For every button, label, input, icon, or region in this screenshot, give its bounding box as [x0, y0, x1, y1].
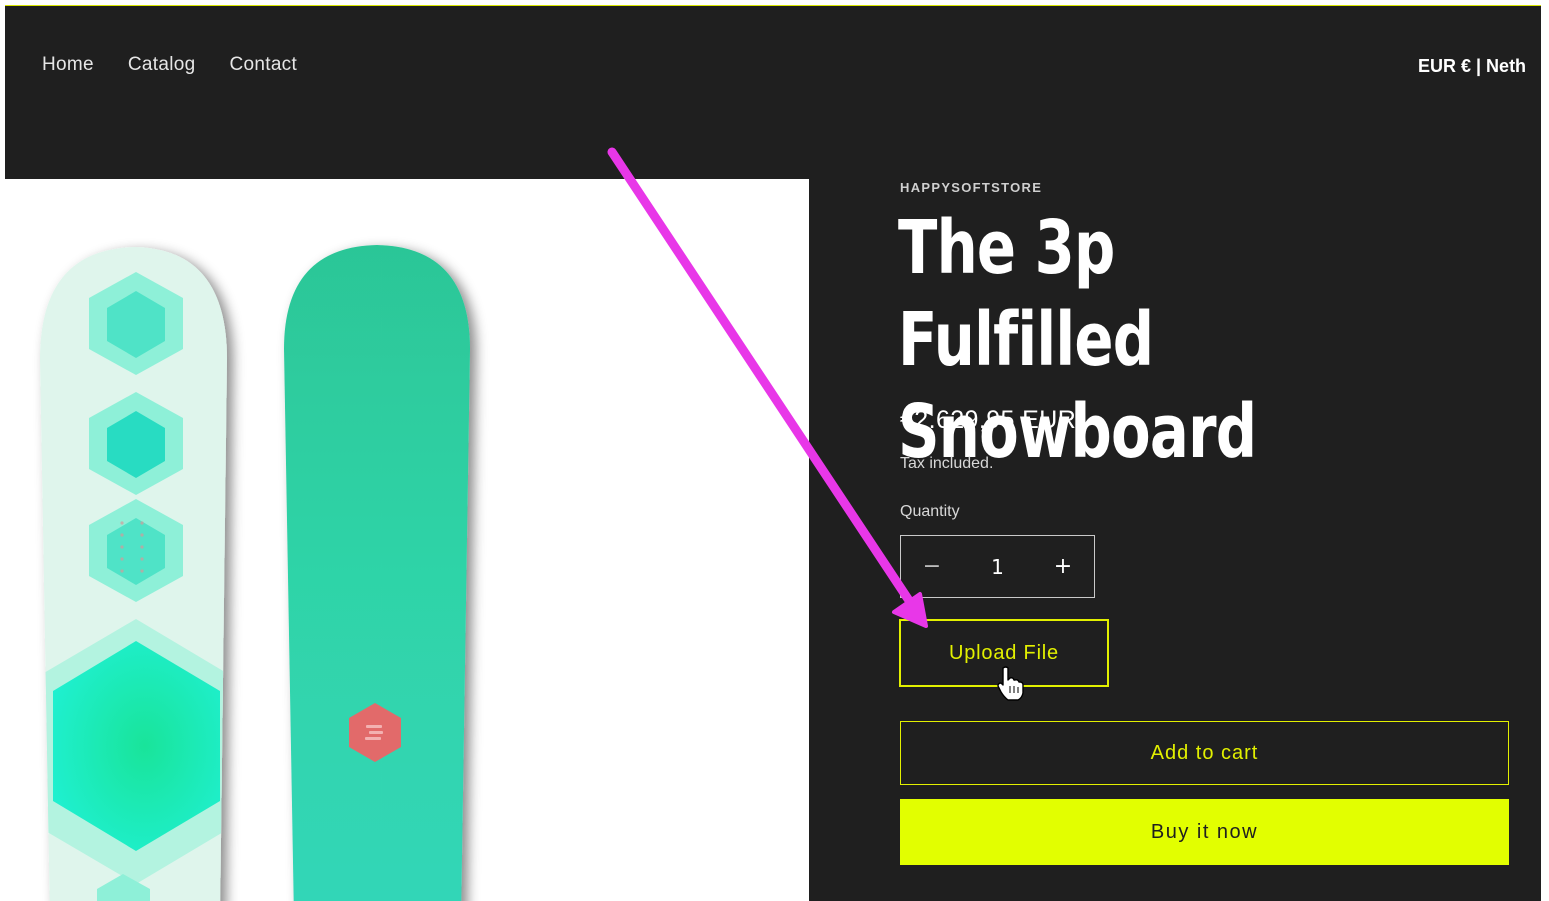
upload-file-button[interactable]: Upload File	[899, 619, 1109, 687]
quantity-decrease-button[interactable]: −	[901, 536, 963, 597]
buy-now-button[interactable]: Buy it now	[900, 799, 1509, 865]
right-edge	[1541, 0, 1549, 901]
quantity-input[interactable]	[965, 553, 1030, 580]
nav-item-contact[interactable]: Contact	[229, 54, 297, 76]
quantity-label: Quantity	[900, 503, 960, 520]
product-page: Home Catalog Contact EUR € | Neth HAPPYS…	[5, 6, 1541, 901]
quantity-increase-button[interactable]: +	[1032, 536, 1094, 597]
product-title: The 3p Fulfilled Snowboard	[898, 205, 1257, 475]
product-vendor: HAPPYSOFTSTORE	[900, 180, 1043, 195]
product-image[interactable]	[5, 179, 809, 901]
main-nav: Home Catalog Contact	[42, 54, 297, 76]
currency-selector[interactable]: EUR € | Neth	[1418, 56, 1526, 77]
tax-note: Tax included.	[900, 455, 994, 472]
add-to-cart-button[interactable]: Add to cart	[900, 721, 1509, 785]
nav-item-catalog[interactable]: Catalog	[128, 54, 196, 76]
snowboard-image	[40, 245, 470, 901]
product-price: €2.629,95 EUR	[900, 406, 1077, 434]
quantity-stepper: − +	[900, 535, 1095, 598]
nav-item-home[interactable]: Home	[42, 54, 94, 76]
